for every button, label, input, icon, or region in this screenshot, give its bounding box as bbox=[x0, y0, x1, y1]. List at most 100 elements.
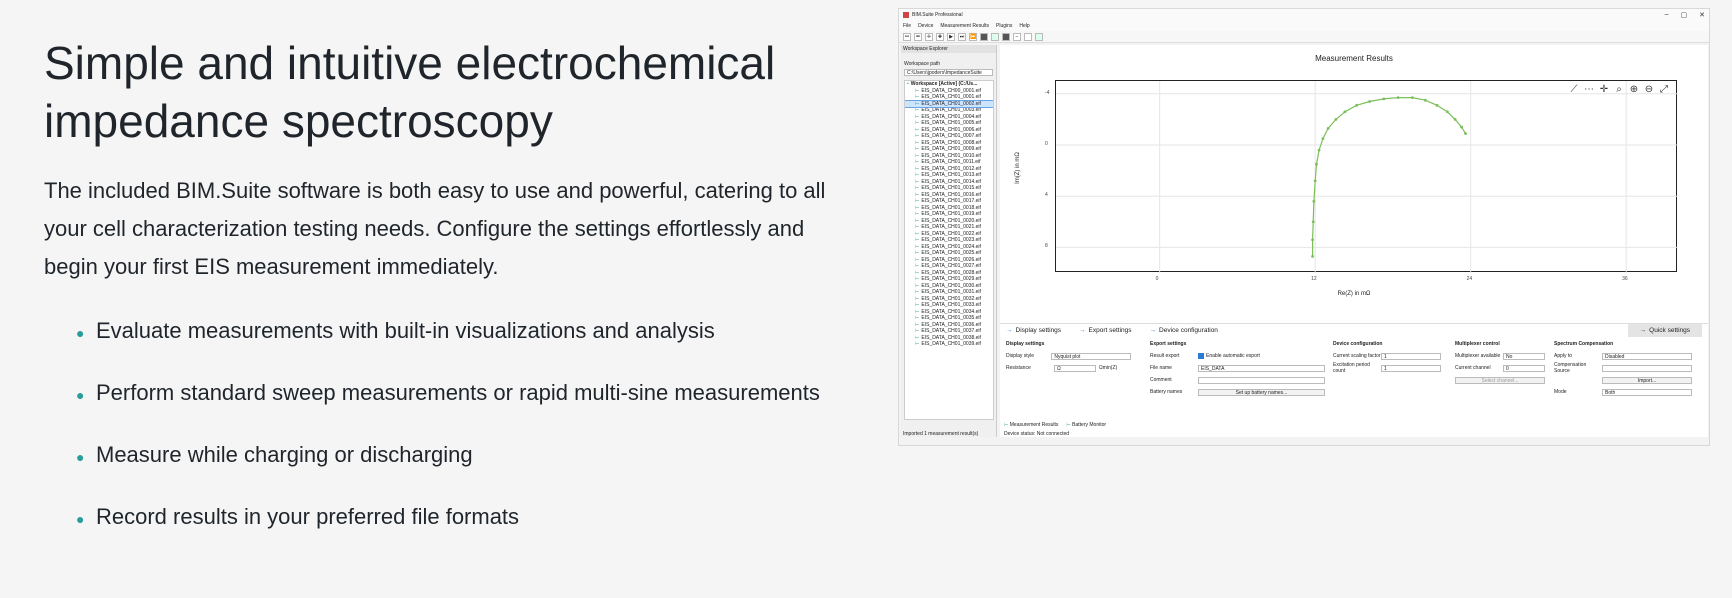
tab-device-configuration[interactable]: → Device configuration bbox=[1150, 327, 1218, 334]
field-label: Compensation Source bbox=[1554, 362, 1587, 374]
compensation-source-select[interactable] bbox=[1602, 364, 1692, 372]
tab-battery-monitor[interactable]: ⊢ Battery Monitor bbox=[1066, 422, 1106, 428]
app-window: BIM.Suite Professional – ▢ ✕ File Device… bbox=[898, 8, 1710, 446]
data-point bbox=[1396, 96, 1400, 100]
fit-icon[interactable]: ⤢ bbox=[1658, 84, 1670, 96]
bullet-icon: ● bbox=[76, 449, 85, 465]
menu-help[interactable]: Help bbox=[1019, 23, 1029, 29]
cancel-icon[interactable] bbox=[1002, 32, 1010, 41]
report-icon[interactable] bbox=[1024, 32, 1032, 41]
battery-names-button[interactable]: Set up battery names... bbox=[1198, 388, 1325, 396]
spectrum-compensation-group: Spectrum Compensation Apply to Disabled C… bbox=[1554, 341, 1702, 398]
tab-display-settings[interactable]: → Display settings bbox=[1006, 327, 1061, 334]
window-title: BIM.Suite Professional bbox=[912, 12, 963, 18]
zoom-out-icon[interactable]: ⊖ bbox=[1643, 84, 1655, 96]
auto-export-checkbox[interactable] bbox=[1198, 353, 1204, 359]
menu-plugins[interactable]: Plugins bbox=[996, 23, 1012, 29]
data-point bbox=[1311, 220, 1315, 224]
file-name: EIS_DATA_CH01_0025.eif bbox=[921, 250, 981, 256]
file-name: EIS_DATA_CH01_0029.eif bbox=[921, 276, 981, 282]
data-point bbox=[1464, 132, 1467, 135]
export-icon[interactable] bbox=[1035, 32, 1043, 41]
close-button[interactable]: ✕ bbox=[1699, 11, 1705, 19]
multiplexer-available-field[interactable]: No bbox=[1503, 352, 1545, 360]
play-icon[interactable]: ▶ bbox=[947, 32, 955, 41]
markers-icon[interactable]: ⋯ bbox=[1583, 84, 1595, 96]
data-point bbox=[1317, 148, 1321, 152]
file-name: EIS_DATA_CH00_0001.eif bbox=[921, 87, 981, 94]
file-tree: ▪ Workspace [Active] (C:/Us... ⊢ EIS_DATA_… bbox=[904, 80, 994, 420]
fast-forward-icon[interactable]: ⏩ bbox=[969, 32, 977, 41]
menu-measurement-results[interactable]: Measurement Results bbox=[940, 23, 989, 29]
checkbox-label: Enable automatic export bbox=[1206, 353, 1260, 359]
file-name: EIS_DATA_CH01_0038.eif bbox=[921, 334, 981, 341]
workspace-path-field[interactable]: C:\Users\jpoders\ImpedanceSuite bbox=[904, 69, 993, 76]
measurement-file-icon: ⊢ bbox=[915, 120, 920, 126]
file-name: EIS_DATA_CH01_0001.eif bbox=[921, 94, 981, 100]
maximize-button[interactable]: ▢ bbox=[1681, 11, 1688, 19]
comment-input[interactable] bbox=[1198, 376, 1325, 384]
multiplexer-group: Multiplexer control Multiplexer availabl… bbox=[1455, 341, 1550, 386]
measurement-file-icon: ⊢ bbox=[915, 224, 920, 230]
file-tree-item[interactable]: ⊢ EIS_DATA_CH01_0039.eif bbox=[905, 341, 993, 348]
tab-label: Display settings bbox=[1015, 327, 1062, 334]
window-controls: – ▢ ✕ bbox=[1665, 11, 1705, 19]
resistance-input[interactable]: Ω bbox=[1054, 364, 1096, 372]
pan-icon[interactable]: ✛ bbox=[1598, 84, 1610, 96]
file-name: EIS_DATA_CH01_0014.eif bbox=[921, 178, 981, 185]
feature-text: Record results in your preferred file fo… bbox=[96, 504, 520, 529]
minus-icon[interactable]: − bbox=[1013, 32, 1021, 41]
x-axis-label: Re(Z) in mΩ bbox=[1337, 291, 1371, 297]
scaling-factor-input[interactable]: 1 bbox=[1381, 352, 1441, 360]
tab-measurement-results[interactable]: ⊢ Measurement Results bbox=[1004, 422, 1058, 428]
file-name-input[interactable]: EIS_DATA bbox=[1198, 364, 1325, 372]
import-button[interactable]: Import... bbox=[1602, 376, 1692, 384]
bottom-tabs: ⊢ Measurement Results ⊢ Battery Monitor bbox=[1000, 420, 1106, 429]
zoom-in-icon[interactable]: ⊕ bbox=[1628, 84, 1640, 96]
apply-to-select[interactable]: Disabled bbox=[1602, 352, 1692, 360]
headline-line-2: impedance spectroscopy bbox=[44, 95, 553, 147]
y-tick-label: 4 bbox=[1045, 192, 1048, 199]
file-name: EIS_DATA_CH01_0033.eif bbox=[921, 302, 981, 308]
measurement-file-icon: ⊢ bbox=[915, 308, 920, 315]
trend-icon[interactable]: ⟋ bbox=[1568, 84, 1580, 96]
measurement-file-icon: ⊢ bbox=[915, 295, 920, 302]
y-tick-label: -4 bbox=[1045, 89, 1050, 96]
x-tick-label: 24 bbox=[1466, 276, 1473, 282]
display-style-select[interactable]: Nyquist plot bbox=[1051, 352, 1131, 360]
workspace-explorer: Workspace Explorer Workspace path C:\Use… bbox=[901, 45, 997, 437]
period-count-input[interactable]: 1 bbox=[1381, 364, 1441, 372]
disconnect-icon[interactable]: ⚮ bbox=[914, 32, 922, 41]
file-name: EIS_DATA_CH01_0006.eif bbox=[921, 126, 981, 133]
connect-icon[interactable]: ⚯ bbox=[903, 32, 911, 41]
menu-file[interactable]: File bbox=[903, 23, 911, 29]
field-label: Comment bbox=[1150, 377, 1172, 383]
measurement-file-icon: ⊢ bbox=[915, 107, 920, 113]
arrow-right-icon: → bbox=[1149, 327, 1157, 334]
title-bar: BIM.Suite Professional – ▢ ✕ bbox=[899, 9, 1709, 21]
bullet-icon: ● bbox=[76, 511, 85, 527]
plot-area[interactable]: ⟋ ⋯ ✛ ⌕ ⊕ ⊖ ⤢ bbox=[1055, 80, 1678, 273]
file-name: EIS_DATA_CH01_0032.eif bbox=[921, 295, 981, 302]
measurement-file-icon: ⊢ bbox=[915, 269, 920, 276]
menu-device[interactable]: Device bbox=[918, 23, 933, 29]
crosshair-icon[interactable]: ✚ bbox=[936, 32, 944, 41]
save-icon[interactable] bbox=[991, 32, 999, 41]
lead-paragraph: The included BIM.Suite software is both … bbox=[44, 178, 826, 279]
quick-settings-button[interactable]: → Quick settings bbox=[1627, 324, 1702, 337]
headline-line-1: Simple and intuitive electrochemical bbox=[44, 37, 776, 89]
select-channel-button[interactable]: Select channel... bbox=[1455, 376, 1545, 384]
cursor-icon[interactable]: ✛ bbox=[925, 32, 933, 41]
tab-label: Measurement Results bbox=[1009, 421, 1059, 428]
stop-icon[interactable] bbox=[980, 32, 988, 41]
mode-select[interactable]: Both bbox=[1602, 388, 1692, 396]
tab-export-settings[interactable]: → Export settings bbox=[1079, 327, 1132, 334]
workspace-path-label: Workspace path bbox=[904, 61, 941, 67]
data-point bbox=[1382, 97, 1386, 101]
zoom-icon[interactable]: ⌕ bbox=[1613, 84, 1625, 96]
skip-icon[interactable]: ⏭ bbox=[958, 32, 966, 41]
file-name: EIS_DATA_CH01_0020.eif bbox=[921, 217, 981, 224]
data-point bbox=[1311, 238, 1314, 242]
minimize-button[interactable]: – bbox=[1665, 11, 1669, 19]
current-channel-field[interactable]: 0 bbox=[1503, 364, 1545, 372]
